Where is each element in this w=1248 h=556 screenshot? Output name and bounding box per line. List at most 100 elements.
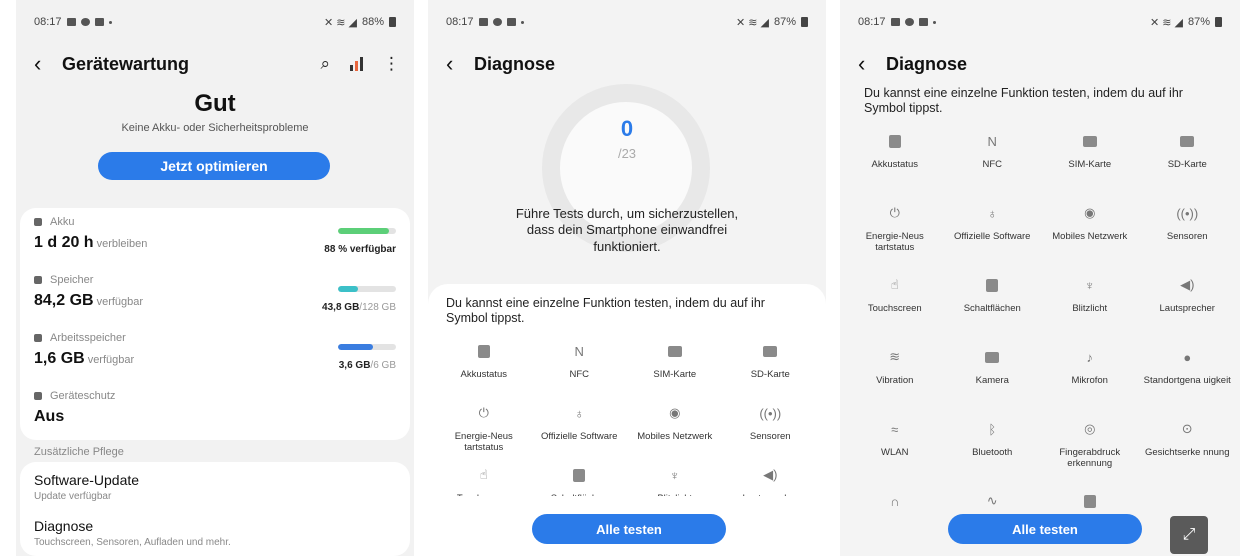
function-battery[interactable]: Akkustatus <box>846 130 944 202</box>
battery-icon <box>1215 17 1222 27</box>
stat-memory[interactable]: Arbeitsspeicher 1,6 GB verfügbar 3,6 GB/6… <box>34 332 396 371</box>
stats-icon[interactable] <box>350 57 363 71</box>
function-label: Mobiles Netzwerk <box>637 431 713 442</box>
battery-icon-shape <box>477 344 490 358</box>
function-usb[interactable] <box>1041 490 1139 508</box>
diagnostics-screen: 08:17 ✕ ≋ ◢ 87% ‹ Diagnose 0 /23 Führe T… <box>428 0 826 556</box>
function-cell-network[interactable]: ◉ Mobiles Netzwerk <box>1041 202 1139 274</box>
function-speaker[interactable]: ◀) Lautsprecher <box>723 464 819 496</box>
function-touch[interactable]: ☝ Touchscreen <box>846 274 944 346</box>
function-wifi[interactable]: ≈ WLAN <box>846 418 944 490</box>
shield-icon <box>34 392 42 400</box>
optimize-now-button[interactable]: Jetzt optimieren <box>98 152 330 180</box>
sim-card-icon-shape <box>1082 135 1097 147</box>
software-update-item[interactable]: Software-Update Update verfügbar <box>34 472 396 502</box>
storage-icon <box>34 276 42 284</box>
sd-card-icon-shape <box>1180 135 1195 147</box>
function-grid: Akkustatus N NFC SIM-Karte SD-Karte ⏻ Energie-… <box>846 130 1237 509</box>
sensors-icon: ((•)) <box>1176 205 1199 221</box>
vibration-icon: ≋ <box>889 349 901 364</box>
overall-status: Gut <box>194 90 236 117</box>
app-notification-icon <box>80 18 90 26</box>
sd-card-icon <box>1176 130 1198 152</box>
signal-icon: ✕ ≋ ◢ <box>1149 16 1183 29</box>
sim-card-icon <box>1079 130 1101 152</box>
function-bluetooth[interactable]: ᛒ Bluetooth <box>944 418 1042 490</box>
function-label: Mikrofon <box>1071 375 1108 386</box>
device-care-screen: 08:17 ✕ ≋ ◢ 88% ‹ Gerätewartung ⌕ ⋮ Gut … <box>16 0 414 556</box>
function-label: Gesichtserke nnung <box>1145 447 1230 458</box>
test-all-button[interactable]: Alle testen <box>948 514 1142 544</box>
function-battery[interactable]: Akkustatus <box>436 340 532 402</box>
function-sensors[interactable]: ((•)) Sensoren <box>723 402 819 464</box>
buttons-icon <box>981 274 1003 296</box>
diagnostics-item[interactable]: Diagnose Touchscreen, Sensoren, Aufladen… <box>34 518 396 548</box>
function-buttons[interactable]: Schaltflächen <box>944 274 1042 346</box>
function-speaker[interactable]: ◀) Lautsprecher <box>1139 274 1237 346</box>
function-nfc[interactable]: N NFC <box>944 130 1042 202</box>
fullscreen-icon[interactable]: ⤢ <box>1170 516 1208 554</box>
function-label: Blitzlicht <box>657 493 692 496</box>
function-sim-card[interactable]: SIM-Karte <box>627 340 723 402</box>
stat-storage[interactable]: Speicher 84,2 GB verfügbar 43,8 GB/128 GB <box>34 274 396 313</box>
camera-icon-shape <box>985 351 1000 363</box>
wifi-icon: ≈ <box>891 421 899 437</box>
function-face-recognition[interactable]: ⊙ Gesichtserke nnung <box>1139 418 1237 490</box>
function-label: Bluetooth <box>972 447 1013 458</box>
usb-icon <box>1079 490 1101 508</box>
back-arrow-icon[interactable]: ‹ <box>34 53 62 75</box>
function-charging[interactable]: ∿ <box>944 490 1042 508</box>
back-arrow-icon[interactable]: ‹ <box>858 53 886 75</box>
sim-card-icon-shape <box>667 345 682 357</box>
function-power[interactable]: ⏻ Energie-Neus tartstatus <box>436 402 532 464</box>
function-microphone[interactable]: ♪ Mikrofon <box>1041 346 1139 418</box>
more-options-icon[interactable]: ⋮ <box>383 54 400 74</box>
sensors-icon: ((•)) <box>759 405 782 421</box>
bluetooth-icon: ᛒ <box>988 421 997 437</box>
diagnostics-description: Führe Tests durch, um sicherzustellen, d… <box>515 206 739 254</box>
function-vibration[interactable]: ≋ Vibration <box>846 346 944 418</box>
function-power[interactable]: ⏻ Energie-Neus tartstatus <box>846 202 944 274</box>
function-badge[interactable]: ♁ Offizielle Software <box>944 202 1042 274</box>
function-label: Blitzlicht <box>1072 303 1108 314</box>
function-location[interactable]: ● Standortgena uigkeit <box>1139 346 1237 418</box>
function-badge[interactable]: ♁ Offizielle Software <box>532 402 628 464</box>
stat-device-protection[interactable]: Geräteschutz Aus <box>34 390 396 426</box>
function-sensors[interactable]: ((•)) Sensoren <box>1139 202 1237 274</box>
search-icon[interactable]: ⌕ <box>320 54 330 74</box>
function-sd-card[interactable]: SD-Karte <box>1139 130 1237 202</box>
battery-icon <box>389 17 396 27</box>
storage-meter <box>338 286 396 292</box>
function-headphones[interactable]: ∩ <box>846 490 944 509</box>
back-arrow-icon[interactable]: ‹ <box>446 53 474 75</box>
more-notifications-icon <box>520 20 524 24</box>
function-cell-network[interactable]: ◉ Mobiles Netzwerk <box>627 402 723 464</box>
more-notifications-icon <box>932 20 936 24</box>
function-nfc[interactable]: N NFC <box>532 340 628 402</box>
function-flashlight[interactable]: ♆ Blitzlicht <box>1041 274 1139 346</box>
test-all-button[interactable]: Alle testen <box>532 514 726 544</box>
face-recognition-icon: ⊙ <box>1181 421 1193 436</box>
page-title: Diagnose <box>886 53 968 74</box>
more-notifications-icon <box>108 20 112 24</box>
speaker-icon: ◀) <box>1180 277 1195 292</box>
battery-percent: 88% <box>361 16 384 28</box>
function-label: SD-Karte <box>750 369 790 380</box>
battery-icon-shape <box>888 134 901 148</box>
function-sim-card[interactable]: SIM-Karte <box>1041 130 1139 202</box>
function-sd-card[interactable]: SD-Karte <box>723 340 819 402</box>
function-flashlight[interactable]: ♆ Blitzlicht <box>627 464 723 497</box>
function-touch[interactable]: ☝ Touchscreen <box>436 464 532 496</box>
stat-battery[interactable]: Akku 1 d 20 h verbleiben 88 % verfügbar <box>34 216 396 255</box>
function-label: NFC <box>569 369 590 380</box>
function-label: WLAN <box>881 447 909 458</box>
cell-network-icon: ◉ <box>669 405 681 420</box>
sd-card-icon-shape <box>763 345 778 357</box>
function-label: Sensoren <box>749 431 791 442</box>
function-label: SD-Karte <box>1167 159 1207 170</box>
function-fingerprint[interactable]: ◎ Fingerabdruck erkennung <box>1041 418 1139 490</box>
function-camera[interactable]: Kamera <box>944 346 1042 418</box>
function-buttons[interactable]: Schaltflächen <box>532 464 628 496</box>
storage-meter-fill <box>338 286 358 292</box>
speaker-icon: ◀) <box>763 467 778 482</box>
